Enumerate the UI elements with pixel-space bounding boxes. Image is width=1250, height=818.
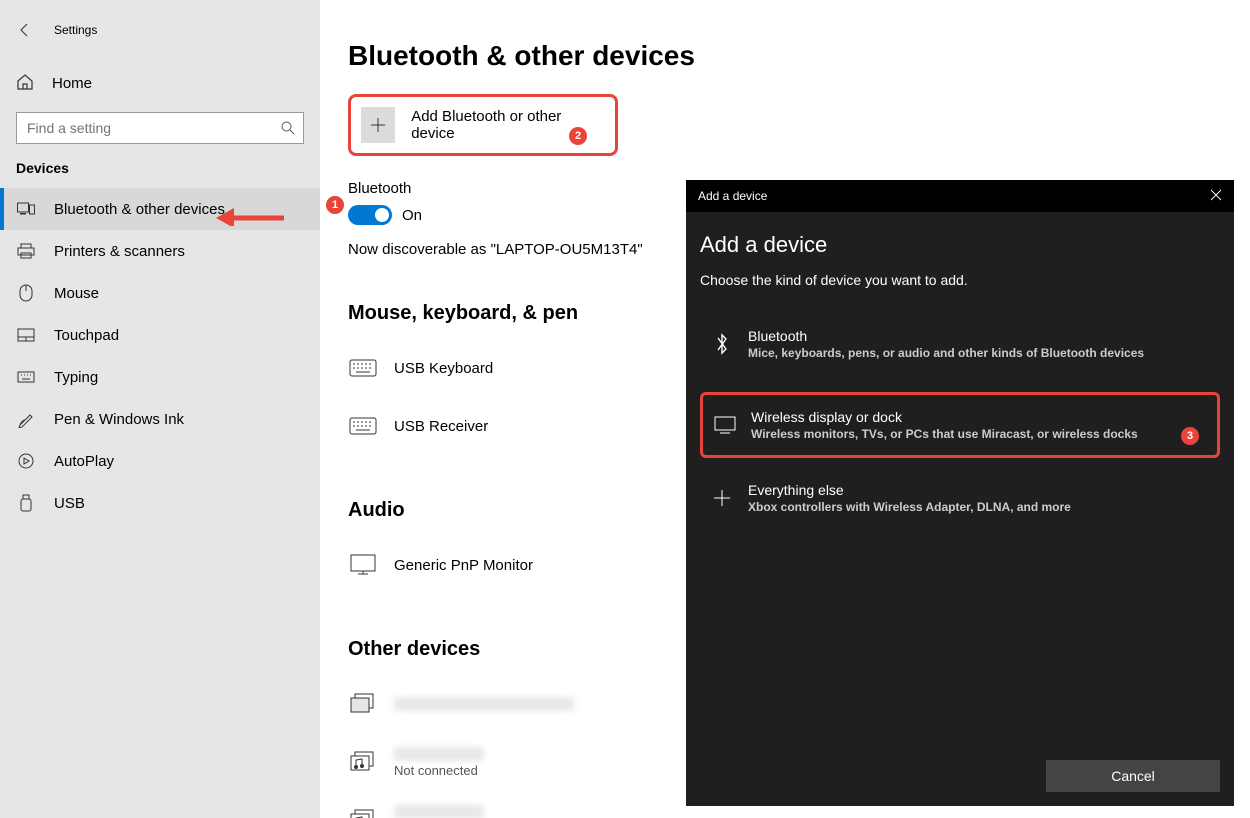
devices-icon (16, 202, 36, 216)
dialog-subheading: Choose the kind of device you want to ad… (700, 272, 1220, 288)
device-name: USB Keyboard (394, 360, 493, 377)
sidebar-item-label: Mouse (54, 285, 99, 302)
redacted-text (394, 805, 484, 818)
media-device-icon (348, 751, 378, 773)
keyboard-icon (16, 371, 36, 383)
keyboard-icon (348, 417, 378, 435)
sidebar-item-label: USB (54, 495, 85, 512)
sidebar-item-label: Typing (54, 369, 98, 386)
search-input[interactable] (16, 112, 304, 144)
search-icon[interactable] (280, 120, 296, 139)
device-status: Not connected (394, 763, 484, 778)
dialog-heading: Add a device (700, 232, 1220, 258)
option-title: Bluetooth (748, 328, 1144, 344)
close-icon[interactable] (1210, 188, 1222, 204)
annotation-step-3: 3 (1181, 427, 1199, 445)
sidebar-item-label: Pen & Windows Ink (54, 411, 184, 428)
device-name: Generic PnP Monitor (394, 557, 533, 574)
option-desc: Wireless monitors, TVs, or PCs that use … (751, 427, 1138, 441)
sidebar-item-mouse[interactable]: Mouse (0, 272, 320, 314)
dialog-option-everything-else[interactable]: Everything else Xbox controllers with Wi… (700, 468, 1220, 528)
sidebar-item-label: Touchpad (54, 327, 119, 344)
keyboard-icon (348, 359, 378, 377)
sidebar-item-printers[interactable]: Printers & scanners (0, 230, 320, 272)
sidebar-item-pen[interactable]: Pen & Windows Ink (0, 398, 320, 440)
device-icon (348, 693, 378, 715)
redacted-text (394, 747, 484, 761)
window-title: Settings (54, 23, 97, 37)
media-device-icon (348, 809, 378, 818)
sidebar-item-autoplay[interactable]: AutoPlay (0, 440, 320, 482)
pen-icon (16, 410, 36, 428)
option-title: Wireless display or dock (751, 409, 1138, 425)
bluetooth-icon (710, 333, 734, 355)
dialog-titlebar-text: Add a device (698, 189, 767, 203)
settings-sidebar: Settings Home Devices Bluetooth & other … (0, 0, 320, 818)
option-desc: Mice, keyboards, pens, or audio and othe… (748, 346, 1144, 360)
monitor-icon (348, 554, 378, 576)
touchpad-icon (16, 328, 36, 342)
bluetooth-toggle-state: On (402, 207, 422, 224)
add-device-button[interactable]: Add Bluetooth or other device 2 (348, 94, 618, 156)
add-device-dialog: Add a device Add a device Choose the kin… (686, 180, 1234, 806)
option-title: Everything else (748, 482, 1071, 498)
redacted-text (394, 697, 574, 711)
display-icon (713, 416, 737, 434)
home-icon (16, 73, 34, 94)
sidebar-home-label: Home (52, 75, 92, 92)
sidebar-item-typing[interactable]: Typing (0, 356, 320, 398)
sidebar-item-touchpad[interactable]: Touchpad (0, 314, 320, 356)
option-desc: Xbox controllers with Wireless Adapter, … (748, 500, 1071, 514)
autoplay-icon (16, 452, 36, 470)
sidebar-item-label: Printers & scanners (54, 243, 185, 260)
plus-icon (361, 107, 395, 143)
dialog-option-bluetooth[interactable]: Bluetooth Mice, keyboards, pens, or audi… (700, 314, 1220, 374)
plus-icon (710, 489, 734, 507)
sidebar-item-label: AutoPlay (54, 453, 114, 470)
annotation-step-2: 2 (569, 127, 587, 145)
usb-icon (16, 494, 36, 512)
printer-icon (16, 243, 36, 259)
cancel-button[interactable]: Cancel (1046, 760, 1220, 792)
dialog-option-wireless-display[interactable]: Wireless display or dock Wireless monito… (700, 392, 1220, 458)
sidebar-section-label: Devices (0, 160, 320, 176)
device-name: USB Receiver (394, 418, 488, 435)
mouse-icon (16, 284, 36, 302)
sidebar-item-usb[interactable]: USB (0, 482, 320, 524)
page-title: Bluetooth & other devices (348, 40, 1222, 72)
sidebar-item-label: Bluetooth & other devices (54, 201, 225, 218)
sidebar-home[interactable]: Home (0, 62, 320, 104)
bluetooth-toggle[interactable] (348, 205, 392, 225)
sidebar-item-bluetooth[interactable]: Bluetooth & other devices (0, 188, 320, 230)
back-icon[interactable] (16, 21, 34, 39)
